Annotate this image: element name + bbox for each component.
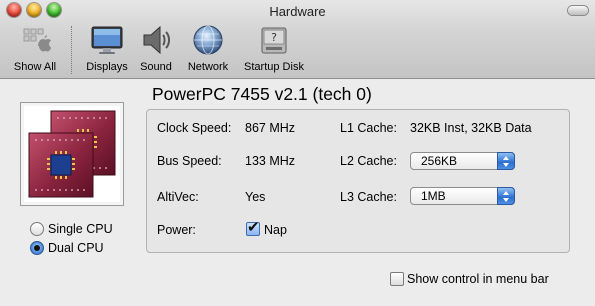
toolbar-startup-disk-button[interactable]: ? Startup Disk bbox=[240, 24, 308, 73]
single-cpu-radio-indicator bbox=[30, 222, 44, 236]
toolbar-sound-label: Sound bbox=[140, 61, 172, 73]
dual-cpu-radio-indicator bbox=[30, 241, 44, 255]
processor-title: PowerPC 7455 v2.1 (tech 0) bbox=[152, 84, 372, 104]
clock-speed-value: 867 MHz bbox=[245, 121, 296, 135]
nap-label: Nap bbox=[264, 223, 287, 237]
menu-bar-label: Show control in menu bar bbox=[407, 272, 549, 286]
toolbar-network-label: Network bbox=[187, 61, 229, 73]
toolbar-sound-button[interactable]: Sound bbox=[136, 24, 176, 73]
l3-cache-label: L3 Cache: bbox=[340, 190, 397, 204]
dual-cpu-label: Dual CPU bbox=[48, 241, 104, 255]
toolbar-show-all-button[interactable]: Show All bbox=[8, 24, 62, 73]
svg-text:?: ? bbox=[271, 31, 277, 44]
single-cpu-radio[interactable]: Single CPU bbox=[30, 222, 113, 236]
menu-bar-checkbox[interactable] bbox=[390, 272, 404, 286]
toolbar-displays-label: Displays bbox=[86, 61, 128, 73]
dual-cpu-icon bbox=[28, 110, 116, 198]
title-bar: Hardware Show All Displays Sound Network… bbox=[0, 0, 595, 79]
l3-cache-selected: 1MB bbox=[421, 189, 446, 203]
power-label: Power: bbox=[157, 223, 196, 237]
toolbar-network-button[interactable]: Network bbox=[183, 24, 233, 73]
l1-cache-value: 32KB Inst, 32KB Data bbox=[410, 121, 532, 135]
window-title: Hardware bbox=[269, 4, 326, 19]
speaker-icon bbox=[140, 24, 172, 56]
hard-disk-icon: ? bbox=[258, 24, 290, 56]
apple-prefs-icon bbox=[19, 24, 52, 56]
l2-cache-label: L2 Cache: bbox=[340, 154, 397, 168]
single-cpu-label: Single CPU bbox=[48, 222, 113, 236]
l3-cache-popup[interactable]: 1MB bbox=[410, 187, 515, 205]
bus-speed-label: Bus Speed: bbox=[157, 154, 222, 168]
toolbar-displays-button[interactable]: Displays bbox=[82, 24, 132, 73]
bus-speed-value: 133 MHz bbox=[245, 154, 296, 168]
toolbar-separator bbox=[71, 26, 72, 74]
display-icon bbox=[91, 24, 123, 56]
nap-checkbox[interactable] bbox=[246, 218, 260, 236]
altivec-value: Yes bbox=[245, 190, 266, 204]
altivec-label: AltiVec: bbox=[157, 190, 199, 204]
globe-icon bbox=[192, 24, 224, 56]
toolbar-startup-disk-label: Startup Disk bbox=[244, 61, 304, 73]
l2-cache-popup[interactable]: 256KB bbox=[410, 152, 515, 170]
popup-arrows-icon bbox=[497, 152, 515, 170]
l1-cache-label: L1 Cache: bbox=[340, 121, 397, 135]
toolbar-show-all-label: Show All bbox=[13, 61, 57, 73]
hardware-window: Hardware Show All Displays Sound Network… bbox=[0, 0, 595, 306]
dual-cpu-radio[interactable]: Dual CPU bbox=[30, 241, 104, 255]
l2-cache-selected: 256KB bbox=[421, 154, 458, 168]
popup-arrows-icon bbox=[497, 187, 515, 205]
processor-info-group: Clock Speed: 867 MHz Bus Speed: 133 MHz … bbox=[146, 109, 570, 253]
clock-speed-label: Clock Speed: bbox=[157, 121, 232, 135]
toolbar-toggle-button[interactable] bbox=[568, 6, 588, 15]
cpu-image bbox=[20, 102, 124, 206]
